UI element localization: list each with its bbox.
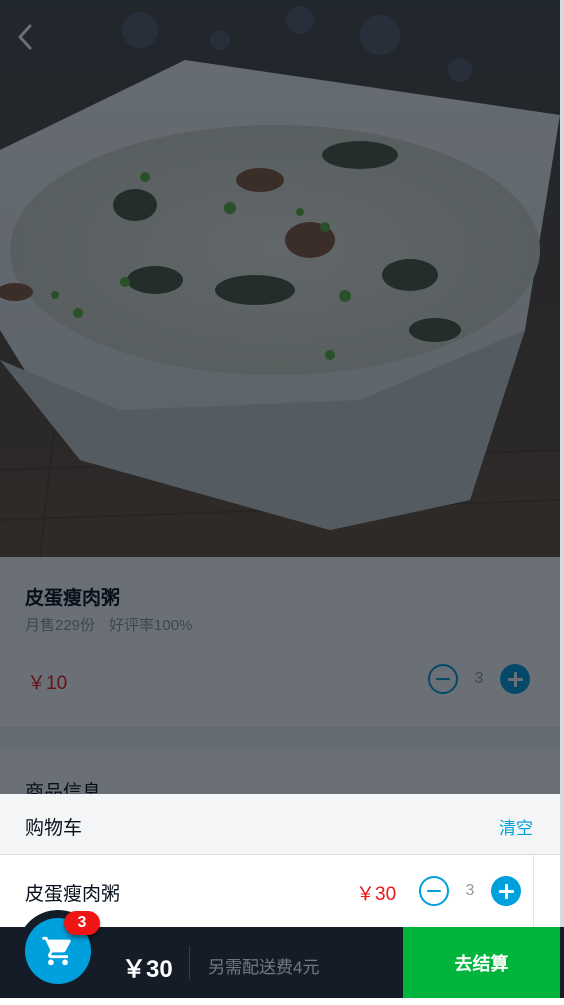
cart-control: 3 — [419, 876, 521, 906]
cart-control: 3 — [428, 664, 530, 694]
cart-count-badge: 3 — [64, 911, 100, 935]
cart-item-count: 3 — [465, 882, 475, 899]
cart-title: 购物车 — [25, 818, 83, 839]
sell-count: 月售229份 — [25, 617, 96, 634]
checkout-button[interactable]: 去结算 — [403, 927, 560, 998]
food-price: ￥10 — [27, 673, 68, 694]
cart-item-name: 皮蛋瘦肉粥 — [25, 884, 121, 905]
bottom-edge — [0, 998, 564, 1005]
delivery-fee: 另需配送费4元 — [208, 958, 320, 977]
food-info: 皮蛋瘦肉粥 月售229份 好评率100% ￥10 3 — [0, 557, 560, 727]
back-button[interactable] — [12, 20, 40, 54]
food-image — [0, 0, 560, 557]
cart-item-price: ￥30 — [356, 884, 397, 905]
minus-circle-icon[interactable] — [419, 876, 449, 906]
total-price: ￥30 — [122, 956, 173, 983]
plus-circle-icon[interactable] — [491, 876, 521, 906]
shopping-cart-icon — [42, 936, 71, 966]
divider — [189, 946, 190, 980]
food-meta: 月售229份 好评率100% — [25, 614, 192, 635]
clear-cart-button[interactable]: 清空 — [499, 814, 533, 839]
minus-circle-icon[interactable] — [428, 664, 458, 694]
rating: 好评率100% — [109, 617, 193, 634]
scrollbar-track — [560, 0, 564, 1005]
section-divider — [0, 727, 560, 749]
cart-list-header: 购物车 清空 — [0, 794, 560, 855]
chevron-left-icon — [18, 24, 32, 50]
food-count: 3 — [474, 670, 484, 687]
plus-circle-icon[interactable] — [500, 664, 530, 694]
food-name: 皮蛋瘦肉粥 — [25, 588, 121, 609]
